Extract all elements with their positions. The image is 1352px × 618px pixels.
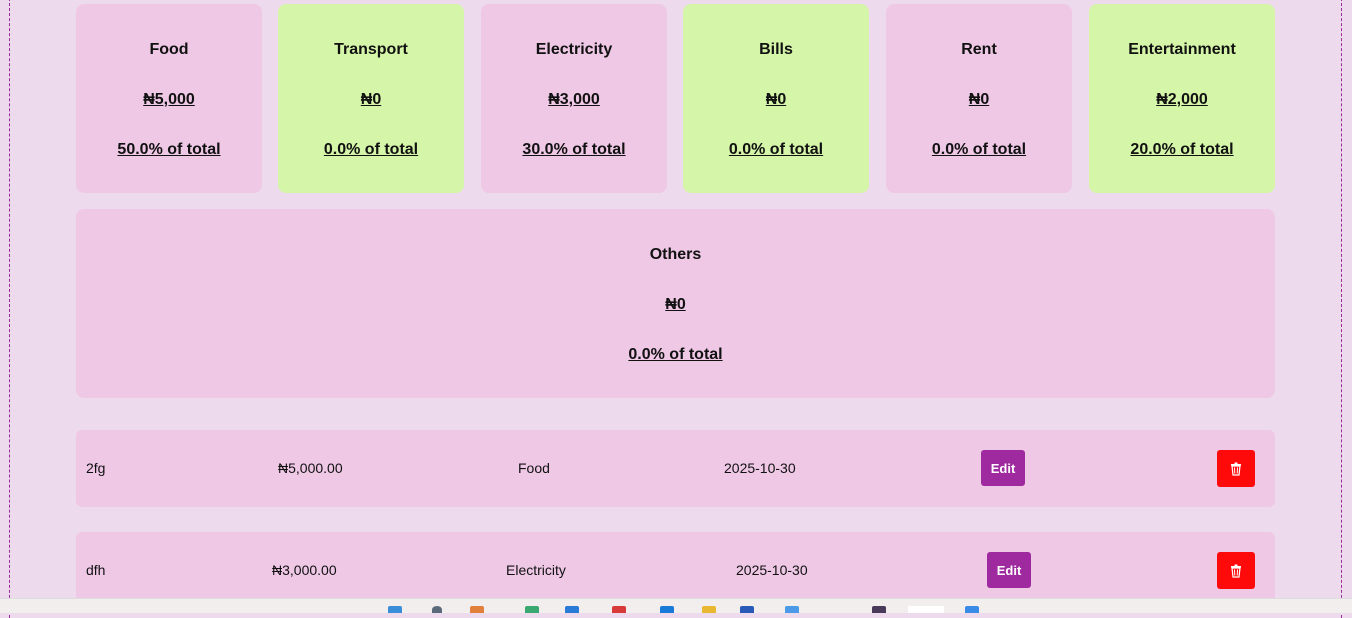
category-card-entertainment: Entertainment ₦2,000 20.0% of total — [1089, 4, 1275, 193]
category-amount: ₦0 — [361, 92, 381, 142]
expense-description: 2fg — [86, 460, 105, 476]
category-name: Others — [650, 247, 702, 297]
category-name: Bills — [759, 42, 793, 92]
trash-icon — [1229, 462, 1243, 476]
category-card-electricity: Electricity ₦3,000 30.0% of total — [481, 4, 667, 193]
category-amount: ₦3,000 — [548, 92, 600, 142]
category-name: Entertainment — [1128, 42, 1236, 92]
category-amount: ₦2,000 — [1156, 92, 1208, 142]
category-percent: 0.0% of total — [932, 142, 1026, 192]
category-percent: 30.0% of total — [522, 142, 625, 192]
category-cards: Food ₦5,000 50.0% of total Transport ₦0 … — [76, 4, 1276, 193]
category-percent: 0.0% of total — [324, 142, 418, 192]
category-percent: 20.0% of total — [1130, 142, 1233, 192]
category-card-others: Others ₦0 0.0% of total — [76, 209, 1275, 398]
category-name: Rent — [961, 42, 997, 92]
expense-row: 2fg ₦5,000.00 Food 2025-10-30 Edit — [76, 430, 1275, 507]
category-card-bills: Bills ₦0 0.0% of total — [683, 4, 869, 193]
category-name: Electricity — [536, 42, 612, 92]
edit-button[interactable]: Edit — [981, 450, 1025, 486]
category-amount: ₦0 — [665, 297, 685, 347]
expense-date: 2025-10-30 — [724, 460, 796, 476]
category-percent: 0.0% of total — [628, 347, 722, 397]
category-amount: ₦5,000 — [143, 92, 195, 142]
expense-amount: ₦5,000.00 — [278, 460, 343, 476]
taskbar — [0, 598, 1352, 613]
category-name: Transport — [334, 42, 408, 92]
trash-icon — [1229, 564, 1243, 578]
category-amount: ₦0 — [766, 92, 786, 142]
expense-category: Food — [518, 460, 550, 476]
category-percent: 0.0% of total — [729, 142, 823, 192]
delete-button[interactable] — [1217, 552, 1255, 589]
delete-button[interactable] — [1217, 450, 1255, 487]
edit-button[interactable]: Edit — [987, 552, 1031, 588]
category-card-transport: Transport ₦0 0.0% of total — [278, 4, 464, 193]
category-name: Food — [149, 42, 188, 92]
expense-category: Electricity — [506, 562, 566, 578]
expense-amount: ₦3,000.00 — [272, 562, 337, 578]
expense-description: dfh — [86, 562, 105, 578]
category-amount: ₦0 — [969, 92, 989, 142]
category-percent: 50.0% of total — [117, 142, 220, 192]
category-card-food: Food ₦5,000 50.0% of total — [76, 4, 262, 193]
expense-date: 2025-10-30 — [736, 562, 808, 578]
category-card-rent: Rent ₦0 0.0% of total — [886, 4, 1072, 193]
